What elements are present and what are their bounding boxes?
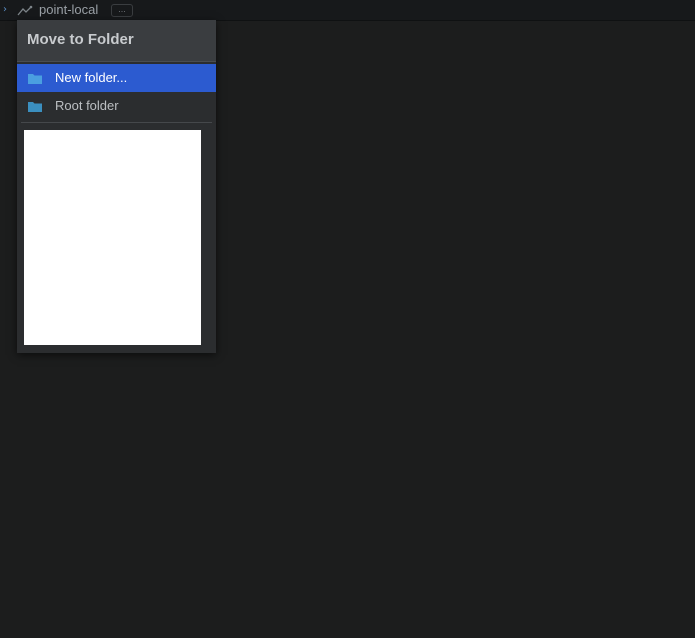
connection-icon — [16, 4, 34, 16]
popup-title: Move to Folder — [27, 31, 134, 48]
more-button[interactable]: ... — [111, 4, 133, 17]
top-bar: › point-local ... — [0, 0, 695, 21]
menu-item-label: Root folder — [55, 98, 119, 113]
menu-item-label: New folder... — [55, 70, 128, 85]
folder-icon — [28, 72, 42, 84]
menu-item-root-folder[interactable]: Root folder — [17, 92, 216, 120]
expand-chevron-icon[interactable]: › — [3, 4, 7, 16]
divider — [21, 122, 212, 123]
item-label[interactable]: point-local — [39, 3, 98, 17]
popup-header: Move to Folder — [17, 20, 216, 62]
move-to-folder-popup: Move to Folder New folder... Root folder — [17, 20, 216, 353]
menu-item-new-folder[interactable]: New folder... — [17, 64, 216, 92]
folder-icon — [28, 100, 42, 112]
preview-panel — [24, 130, 201, 345]
folder-list: New folder... Root folder — [17, 64, 216, 120]
